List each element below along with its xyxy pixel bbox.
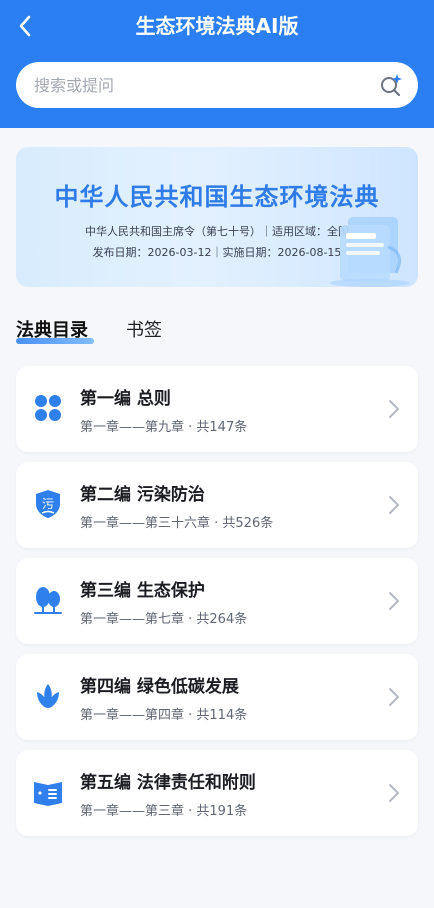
chevron-right-icon: [389, 400, 399, 418]
chevron-right-icon: [389, 784, 399, 802]
pollution-shield-icon: 污: [36, 490, 60, 518]
volume-title: 第一编 总则: [80, 389, 171, 409]
volume-summary: 第一章——第三章 · 共191条: [80, 804, 248, 819]
volume-summary: 第一章——第七章 · 共264条: [80, 612, 248, 627]
volume-title: 第五编 法律责任和附则: [80, 773, 256, 793]
volume-summary: 第一章——第四章 · 共114条: [80, 708, 248, 723]
document-illustration-icon: [330, 217, 410, 287]
tab-bookmarks[interactable]: 书签: [126, 316, 162, 342]
law-banner[interactable]: 中华人民共和国生态环境法典 中华人民共和国主席令（第七十号）｜适用区域：全国 发…: [16, 147, 418, 287]
svg-text:污: 污: [42, 497, 54, 511]
page-title: 生态环境法典AI版: [135, 14, 299, 38]
search-bar[interactable]: [16, 62, 418, 108]
volume-card[interactable]: 第一编 总则 第一章——第九章 · 共147条: [16, 366, 418, 452]
tab-catalog[interactable]: 法典目录: [16, 316, 88, 342]
app-header: 生态环境法典AI版: [0, 0, 434, 128]
volume-card[interactable]: 第三编 生态保护 第一章——第七章 · 共264条: [16, 558, 418, 644]
trees-icon: [34, 587, 62, 614]
volume-title: 第四编 绿色低碳发展: [80, 677, 239, 697]
volume-summary: 第一章——第三十六章 · 共526条: [80, 516, 274, 531]
chevron-right-icon: [389, 592, 399, 610]
chevron-right-icon: [389, 496, 399, 514]
volume-title: 第二编 污染防治: [80, 485, 205, 505]
volume-summary: 第一章——第九章 · 共147条: [80, 420, 248, 435]
volume-card[interactable]: 污 第二编 污染防治 第一章——第三十六章 · 共526条: [16, 462, 418, 548]
volume-card[interactable]: 第四编 绿色低碳发展 第一章——第四章 · 共114条: [16, 654, 418, 740]
volume-title: 第三编 生态保护: [80, 581, 205, 601]
clover-icon: [35, 395, 61, 421]
ai-search-icon[interactable]: [378, 72, 404, 98]
search-input[interactable]: [32, 74, 378, 96]
chevron-right-icon: [389, 688, 399, 706]
book-icon: [34, 782, 62, 806]
leaf-icon: [37, 684, 59, 708]
volume-card[interactable]: 第五编 法律责任和附则 第一章——第三章 · 共191条: [16, 750, 418, 836]
